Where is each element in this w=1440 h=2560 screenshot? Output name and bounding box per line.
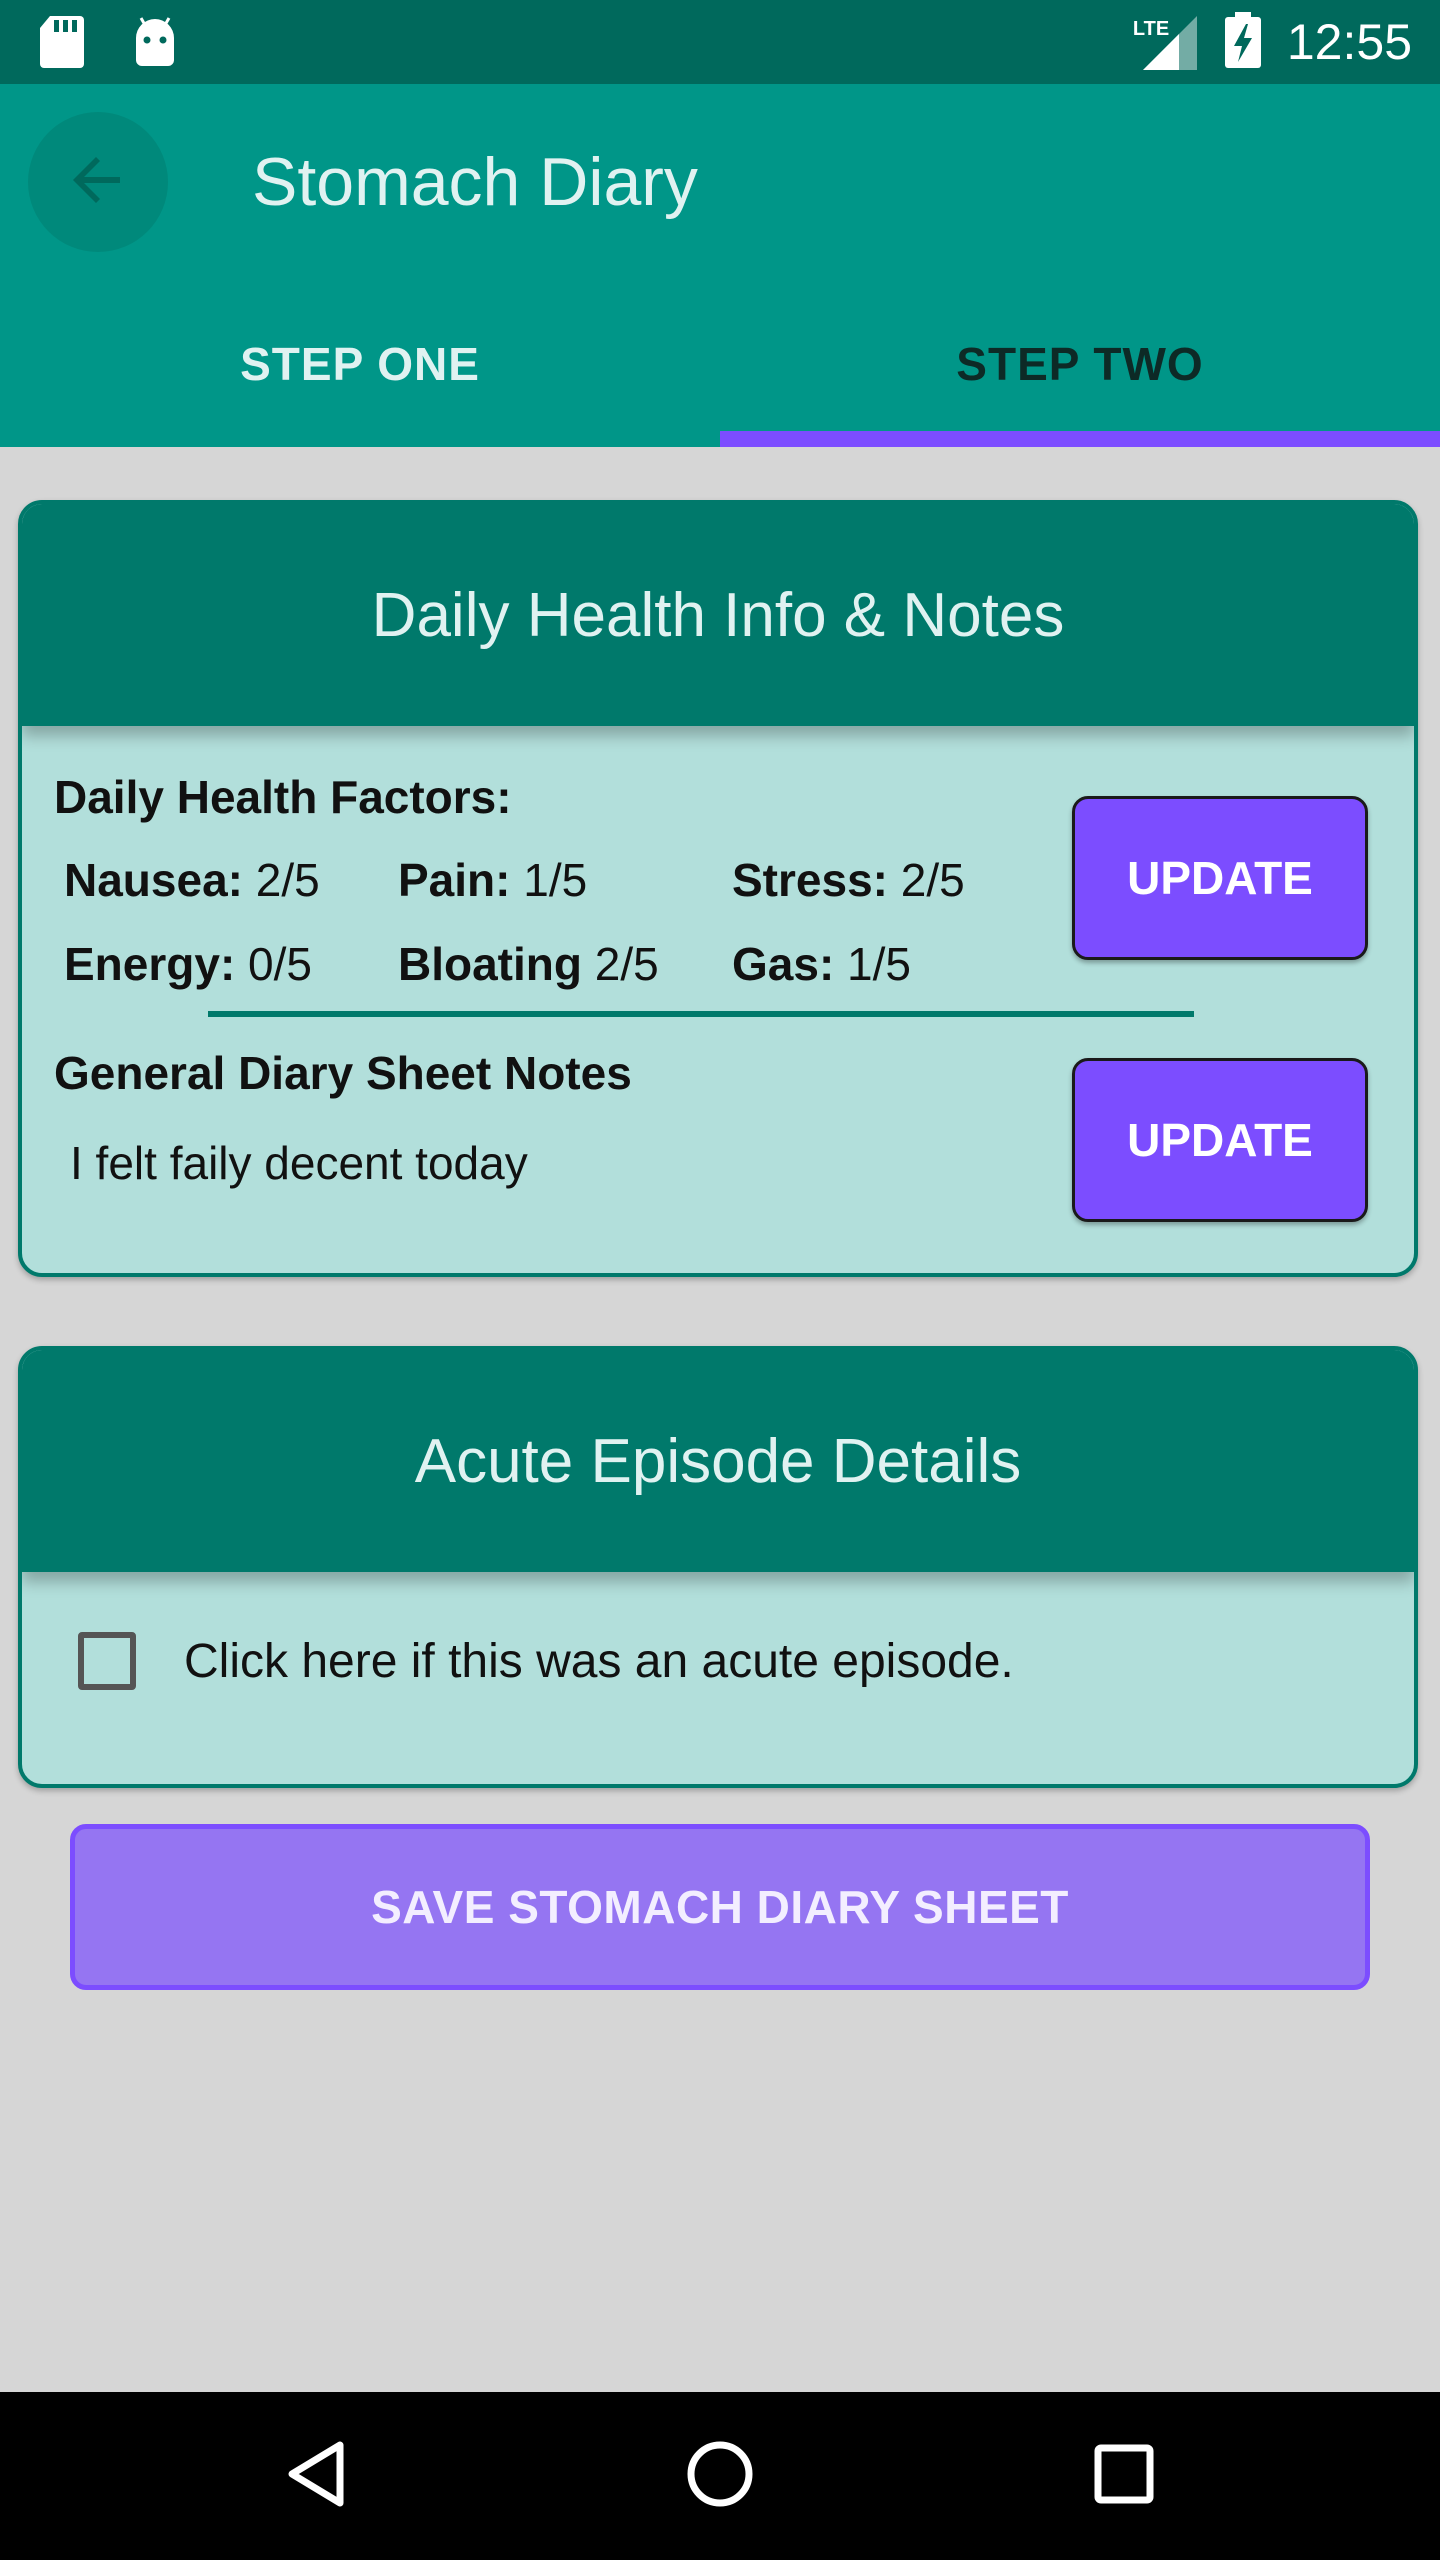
arrow-back-icon [66,148,130,217]
factor-label: Bloating [398,938,582,990]
acute-episode-card: Acute Episode Details [18,1346,1418,1788]
factor-value: 0/5 [248,938,312,990]
factor-label: Pain: [398,854,511,906]
nav-back-button[interactable] [276,2436,356,2516]
save-diary-sheet-button[interactable]: SAVE STOMACH DIARY SHEET [70,1824,1370,1990]
factor-label: Stress: [732,854,888,906]
factor-stress: Stress: 2/5 [732,853,965,907]
health-info-card-title: Daily Health Info & Notes [22,504,1414,726]
back-button[interactable] [28,112,168,252]
navigation-bar [0,2392,1440,2560]
acute-episode-checkbox-label[interactable]: Click here if this was an acute episode. [184,1634,1014,1689]
battery-charging-icon [1224,11,1261,73]
factor-value: 1/5 [847,938,911,990]
tab-step-two-label: STEP TWO [956,338,1204,390]
app-title: Stomach Diary [252,144,698,220]
section-divider [208,1011,1194,1017]
update-notes-button[interactable]: UPDATE [1072,1058,1368,1222]
acute-episode-checkbox[interactable] [78,1632,136,1690]
app-bar: Stomach Diary STEP ONE STEP TWO [0,84,1440,447]
factor-label: Gas: [732,938,835,990]
tab-step-one-label: STEP ONE [240,338,480,390]
status-time: 12:55 [1286,14,1412,70]
factor-value: 1/5 [523,854,588,906]
notes-heading: General Diary Sheet Notes [54,1047,632,1099]
android-icon [132,16,178,73]
factor-gas: Gas: 1/5 [732,937,911,991]
back-triangle-icon [284,2439,348,2514]
factor-pain: Pain: 1/5 [398,853,587,907]
factors-heading: Daily Health Factors: [54,771,512,823]
factor-value: 2/5 [594,938,659,990]
factor-label: Energy: [64,938,236,990]
factor-nausea: Nausea: 2/5 [64,853,320,907]
nav-recents-button[interactable] [1084,2436,1164,2516]
factor-bloating: Bloating 2/5 [398,937,659,991]
factor-energy: Energy: 0/5 [64,937,312,991]
recents-square-icon [1093,2443,1155,2510]
factor-label: Nausea: [64,854,243,906]
acute-episode-card-title: Acute Episode Details [22,1350,1414,1572]
nav-home-button[interactable] [680,2436,760,2516]
factor-value: 2/5 [900,854,965,906]
signal-icon: LTE [1133,12,1199,72]
status-bar: LTE 12:55 [0,0,1440,84]
home-circle-icon [685,2439,755,2514]
update-factors-button[interactable]: UPDATE [1072,796,1368,960]
notes-text: I felt faily decent today [70,1137,528,1189]
tab-indicator [720,431,1440,447]
factor-value: 2/5 [255,854,320,906]
tab-step-one[interactable]: STEP ONE [0,337,720,447]
sd-card-icon [40,16,84,73]
